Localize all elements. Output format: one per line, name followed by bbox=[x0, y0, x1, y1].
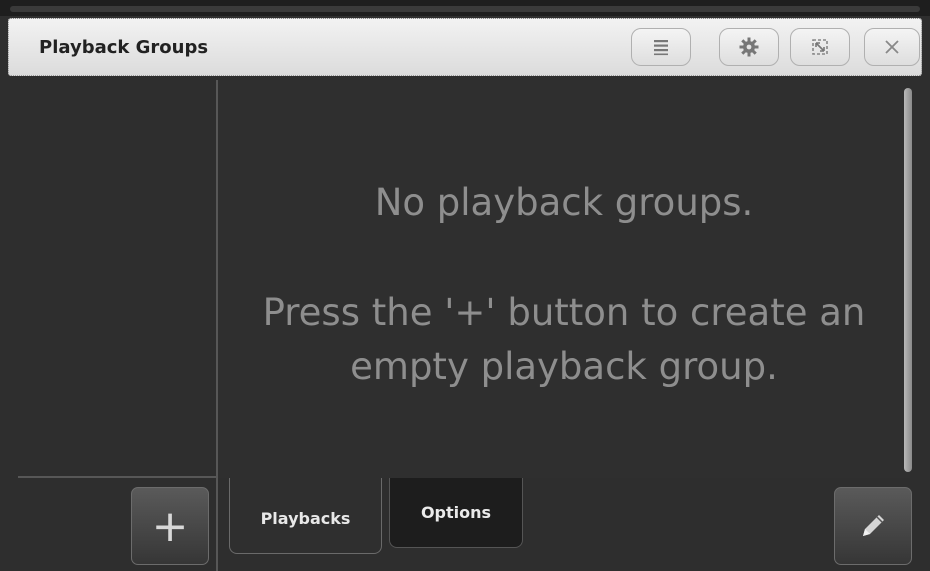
tab-options-label: Options bbox=[420, 503, 492, 522]
plus-icon: + bbox=[151, 500, 189, 552]
edit-button[interactable] bbox=[834, 487, 912, 565]
list-bottom-divider bbox=[18, 476, 217, 478]
window-top-strip bbox=[0, 0, 930, 16]
pencil-icon bbox=[863, 515, 884, 536]
menu-icon bbox=[654, 40, 668, 56]
window-title: Playback Groups bbox=[39, 37, 209, 58]
resize-icon bbox=[812, 39, 828, 55]
add-playback-group-button[interactable]: + bbox=[131, 487, 209, 565]
empty-title: No playback groups. bbox=[374, 181, 754, 224]
group-list-pane[interactable] bbox=[0, 80, 216, 478]
close-button[interactable] bbox=[864, 28, 920, 66]
tab-playbacks[interactable]: Playbacks bbox=[229, 478, 382, 554]
empty-instruction-line1: Press the '+' button to create an bbox=[262, 291, 866, 334]
empty-instruction-line2: empty playback group. bbox=[350, 345, 778, 388]
menu-button[interactable] bbox=[631, 28, 691, 66]
tab-options[interactable]: Options bbox=[389, 478, 523, 548]
scrollbar-thumb[interactable] bbox=[904, 88, 912, 472]
tab-playbacks-label: Playbacks bbox=[260, 509, 351, 528]
settings-button[interactable] bbox=[719, 28, 779, 66]
playback-groups-window: Playback Groups No playback groups. Pres… bbox=[0, 0, 930, 571]
close-icon bbox=[885, 40, 899, 54]
main-content-area: No playback groups. Press the '+' button… bbox=[218, 80, 910, 478]
maximize-button[interactable] bbox=[790, 28, 850, 66]
titlebar[interactable]: Playback Groups bbox=[8, 18, 922, 76]
gear-icon bbox=[739, 37, 759, 57]
